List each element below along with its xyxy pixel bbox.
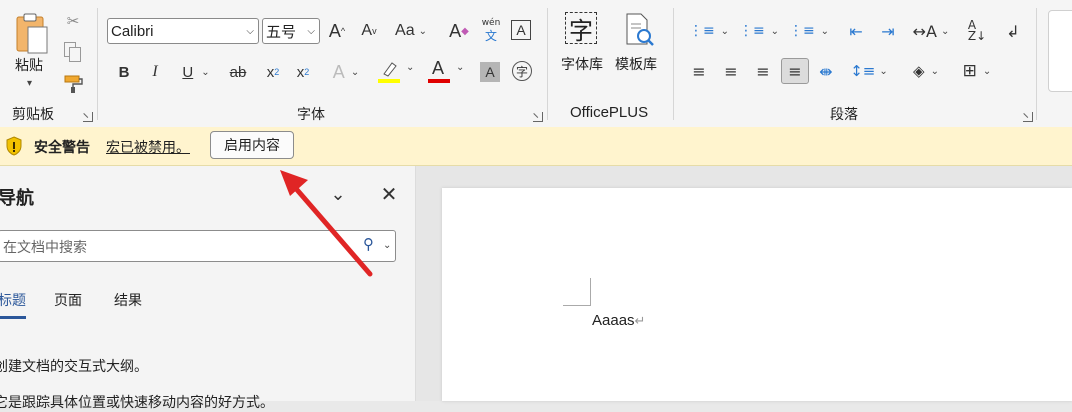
tab-pages[interactable]: 页面 — [54, 290, 82, 310]
red-annotation-arrow — [280, 170, 373, 277]
paragraph-group-label: 段落 — [830, 107, 858, 123]
enclose-characters-button[interactable]: 字 — [512, 61, 532, 81]
paragraph-launcher-icon[interactable] — [1023, 112, 1033, 122]
font-group-label: 字体 — [297, 107, 325, 123]
multilevel-list-button[interactable]: ⋮≡ ⌄ — [788, 20, 830, 42]
font-name-value: Calibri — [111, 22, 154, 40]
margin-corner-mark — [563, 278, 591, 306]
phonetic-bottom: 文 — [484, 29, 497, 43]
tab-headings[interactable]: 标题 — [0, 290, 26, 310]
italic-button[interactable]: I — [145, 61, 165, 83]
character-border-button[interactable]: A — [511, 20, 531, 40]
document-text[interactable]: Aaaas↵ — [592, 312, 645, 329]
show-marks-icon[interactable]: ↲ — [1002, 20, 1024, 42]
font-color-swatch — [428, 79, 450, 83]
template-search-icon — [626, 13, 654, 46]
separator — [97, 8, 98, 120]
separator — [547, 8, 548, 120]
character-border-label: A — [516, 22, 526, 38]
tab-results[interactable]: 结果 — [114, 290, 142, 310]
clipboard-group-label: 剪贴板 — [12, 107, 54, 123]
nav-pane-title: 导航 — [0, 188, 34, 209]
highlight-color-button[interactable]: ⌄ — [378, 60, 420, 86]
document-page[interactable]: Aaaas↵ — [442, 188, 1072, 401]
character-shading-button[interactable]: A — [480, 62, 500, 82]
separator — [673, 8, 674, 120]
officeplus-group-label: OfficePLUS — [570, 104, 649, 121]
phonetic-top: wén — [481, 18, 501, 28]
font-size-value: 五号 — [266, 23, 297, 41]
superscript-mark: 2 — [304, 67, 310, 77]
subscript-button[interactable]: x2 — [262, 61, 284, 83]
increase-indent-icon[interactable]: ⇥ — [877, 20, 899, 42]
search-placeholder: 在文档中搜索 — [3, 240, 87, 256]
align-left-icon[interactable]: ≡ — [688, 60, 710, 82]
enable-content-button[interactable]: 启用内容 — [210, 131, 294, 159]
shrink-font-button[interactable]: Av — [358, 20, 380, 42]
copy-icon[interactable] — [64, 42, 81, 62]
chevron-down-icon: ⌄ — [406, 62, 415, 73]
bold-button[interactable]: B — [114, 61, 134, 83]
template-library-label: 模板库 — [615, 57, 657, 73]
chevron-down-icon: ⌄ — [456, 62, 465, 73]
font-color-button[interactable]: A ⌄ — [428, 58, 470, 86]
distributed-icon[interactable]: ⇼ — [815, 60, 837, 82]
security-warning-title: 安全警告 — [34, 140, 90, 156]
superscript-button[interactable]: x2 — [292, 61, 314, 83]
clipboard-icon — [16, 13, 48, 54]
font-size-combo[interactable]: 五号 ⌵ — [262, 18, 320, 44]
template-library-button[interactable]: 模板库 — [613, 10, 663, 80]
security-warning-bar: 安全警告 宏已被禁用。 启用内容 — [0, 127, 1072, 166]
separator — [1036, 8, 1037, 120]
sort-icon[interactable]: A Z↓ — [964, 18, 990, 44]
format-painter-icon[interactable] — [63, 74, 85, 94]
font-name-combo[interactable]: Calibri ⌵ — [107, 18, 259, 44]
highlight-swatch — [378, 79, 400, 83]
paste-chevron-icon[interactable]: ▾ — [27, 78, 32, 89]
align-right-icon[interactable]: ≡ — [752, 60, 774, 82]
chevron-down-icon: ⌵ — [246, 25, 254, 37]
enable-content-label: 启用内容 — [224, 138, 280, 154]
ribbon: 粘贴 ▾ ✂ 剪贴板 Calibri ⌵ 五号 ⌵ A ^ Av Aa ⌄ A ◆ w… — [0, 0, 1072, 128]
change-case-button[interactable]: Aa ⌄ — [391, 20, 431, 42]
text-effects-button[interactable]: A ⌄ — [326, 61, 366, 83]
nav-info-line2: 它是跟踪具体位置或快速移动内容的好方式。 — [0, 395, 274, 411]
strikethrough-button[interactable]: ab — [226, 61, 250, 83]
macros-disabled-link[interactable]: 宏已被禁用。 — [106, 137, 190, 157]
borders-button[interactable]: ⊞ ⌄ — [956, 60, 998, 82]
phonetic-guide-button[interactable]: wén 文 — [480, 18, 502, 46]
cut-icon[interactable]: ✂ — [62, 10, 84, 32]
nav-info-line1: 创建文档的交互式大纲。 — [0, 359, 148, 375]
clipboard-launcher-icon[interactable] — [83, 112, 93, 122]
zi-font-icon: 字 — [565, 12, 597, 45]
chevron-down-icon: ⌵ — [307, 25, 315, 37]
change-case-label: Aa — [395, 22, 415, 39]
shield-warning-icon — [6, 136, 22, 156]
underline-button[interactable]: U ⌄ — [176, 61, 216, 83]
align-center-icon[interactable]: ≡ — [720, 60, 742, 82]
active-tab-indicator — [0, 316, 26, 319]
grow-font-button[interactable]: A ^ — [326, 20, 348, 42]
decrease-indent-icon[interactable]: ⇤ — [845, 20, 867, 42]
shading-button[interactable]: ◈ ⌄ — [905, 60, 947, 82]
font-color-a-icon: A — [432, 58, 445, 78]
font-launcher-icon[interactable] — [533, 112, 543, 122]
zi-glyph: 字 — [569, 16, 593, 45]
numbering-button[interactable]: ⋮≡ ⌄ — [738, 20, 780, 42]
paste-label: 粘贴 — [15, 58, 43, 74]
clear-formatting-icon[interactable]: A ◆ — [447, 20, 471, 42]
bullets-button[interactable]: ⋮≡ ⌄ — [688, 20, 730, 42]
paragraph-mark-icon: ↵ — [634, 313, 646, 328]
justify-icon[interactable]: ≡ — [781, 58, 809, 84]
highlighter-icon — [383, 62, 397, 77]
chinese-layout-button[interactable]: ↔A ⌄ — [910, 20, 952, 42]
font-library-button[interactable]: 字 字体库 — [558, 10, 608, 80]
styles-gallery[interactable] — [1048, 10, 1072, 92]
line-spacing-button[interactable]: ↕≡ ⌄ — [848, 60, 890, 82]
font-library-label: 字体库 — [561, 57, 603, 73]
subscript-mark: 2 — [274, 67, 280, 77]
body-text: Aaaas — [592, 312, 635, 329]
paste-button[interactable]: 粘贴 ▾ — [8, 8, 54, 98]
